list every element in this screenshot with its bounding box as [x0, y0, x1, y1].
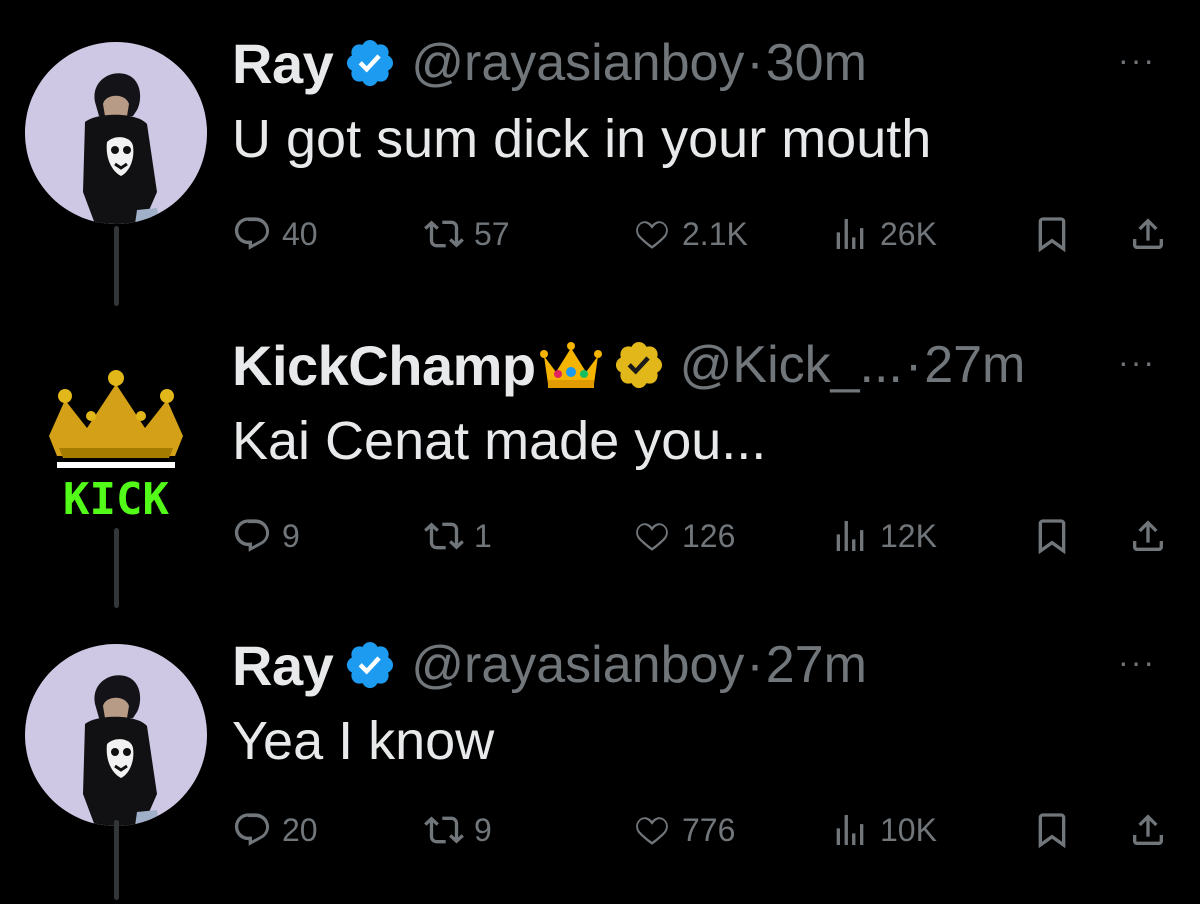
reply-count: 9 [282, 517, 300, 554]
tweet-3[interactable]: Ray @rayasianboy · 27m ··· Yea I know 20… [0, 602, 1200, 902]
bookmark-icon [1038, 813, 1066, 849]
reply-count: 40 [282, 215, 318, 252]
share-button[interactable] [1128, 508, 1168, 564]
display-name[interactable]: Ray [232, 31, 334, 96]
separator-dot: · [746, 636, 764, 694]
timestamp[interactable]: 30m [766, 33, 867, 93]
like-button[interactable]: 126 [632, 508, 735, 564]
user-handle[interactable]: @rayasianboy [411, 635, 744, 695]
views-button[interactable]: 10K [830, 802, 937, 858]
heart-icon [636, 523, 668, 551]
retweet-count: 9 [474, 811, 492, 848]
tweet-actions: 40 57 2.1K 26K [232, 206, 1172, 262]
avatar[interactable] [25, 644, 207, 826]
retweet-icon [424, 522, 464, 550]
retweet-icon [424, 816, 464, 844]
bookmark-button[interactable] [1032, 508, 1072, 564]
heart-icon [636, 817, 668, 845]
reply-button[interactable]: 20 [232, 802, 318, 858]
thread-line [114, 226, 119, 306]
retweet-count: 1 [474, 517, 492, 554]
tweet-header: KickChamp @Kick_... · 27m [232, 330, 1025, 400]
retweet-button[interactable]: 57 [424, 206, 510, 262]
heart-icon [636, 221, 668, 249]
share-button[interactable] [1128, 802, 1168, 858]
tweet-1[interactable]: Ray @rayasianboy · 30m ··· U got sum dic… [0, 0, 1200, 306]
tweet-text: Yea I know [232, 711, 495, 771]
reply-icon [234, 519, 270, 552]
more-options-icon[interactable]: ··· [1118, 346, 1156, 378]
timestamp[interactable]: 27m [924, 335, 1025, 395]
thread-line [114, 820, 119, 900]
tweet-text: U got sum dick in your mouth [232, 109, 932, 169]
thread-line [114, 528, 119, 608]
share-icon [1133, 814, 1163, 845]
reply-button[interactable]: 9 [232, 508, 300, 564]
bookmark-icon [1038, 217, 1066, 253]
like-count: 126 [682, 517, 736, 554]
tweet-header: Ray @rayasianboy · 30m [232, 28, 867, 98]
display-name[interactable]: KickChamp [232, 333, 536, 398]
like-count: 2.1K [682, 215, 748, 252]
like-button[interactable]: 2.1K [632, 206, 748, 262]
like-count: 776 [682, 811, 736, 848]
share-button[interactable] [1128, 206, 1168, 262]
separator-dot: · [904, 336, 923, 394]
like-button[interactable]: 776 [632, 802, 735, 858]
retweet-icon [424, 220, 464, 248]
verified-blue-check-icon[interactable] [343, 638, 397, 692]
tweet-actions: 20 9 776 10K [232, 802, 1172, 858]
more-options-icon[interactable]: ··· [1118, 646, 1156, 678]
separator-dot: · [746, 34, 764, 92]
bookmark-button[interactable] [1032, 206, 1072, 262]
tweet-2[interactable]: KICK KickChamp @Kick_... · 27m ··· Kai C… [0, 302, 1200, 608]
reply-count: 20 [282, 811, 318, 848]
views-count: 26K [880, 215, 937, 252]
avatar[interactable] [25, 42, 207, 224]
avatar[interactable]: KICK [25, 344, 207, 526]
verified-gold-check-icon[interactable] [612, 338, 666, 392]
share-icon [1133, 218, 1163, 249]
tweet-header: Ray @rayasianboy · 27m [232, 630, 867, 700]
share-icon [1133, 520, 1163, 551]
display-name[interactable]: Ray [232, 633, 334, 698]
views-count: 10K [880, 811, 937, 848]
more-options-icon[interactable]: ··· [1118, 44, 1156, 76]
timestamp[interactable]: 27m [766, 635, 867, 695]
tweet-text: Kai Cenat made you... [232, 411, 767, 471]
tweet-actions: 9 1 126 12K [232, 508, 1172, 564]
views-icon [836, 521, 864, 551]
bookmark-icon [1038, 519, 1066, 555]
views-icon [836, 815, 864, 845]
user-handle[interactable]: @Kick_... [680, 335, 903, 395]
bookmark-button[interactable] [1032, 802, 1072, 858]
reply-icon [234, 217, 270, 250]
retweet-button[interactable]: 1 [424, 508, 492, 564]
views-button[interactable]: 26K [830, 206, 937, 262]
verified-blue-check-icon[interactable] [343, 36, 397, 90]
reply-icon [234, 813, 270, 846]
retweet-button[interactable]: 9 [424, 802, 492, 858]
views-button[interactable]: 12K [830, 508, 937, 564]
kick-logo-text: KICK [63, 474, 169, 525]
retweet-count: 57 [474, 215, 510, 252]
reply-button[interactable]: 40 [232, 206, 318, 262]
views-icon [836, 219, 864, 249]
user-handle[interactable]: @rayasianboy [411, 33, 744, 93]
views-count: 12K [880, 517, 937, 554]
crown-emoji-icon [539, 338, 602, 392]
